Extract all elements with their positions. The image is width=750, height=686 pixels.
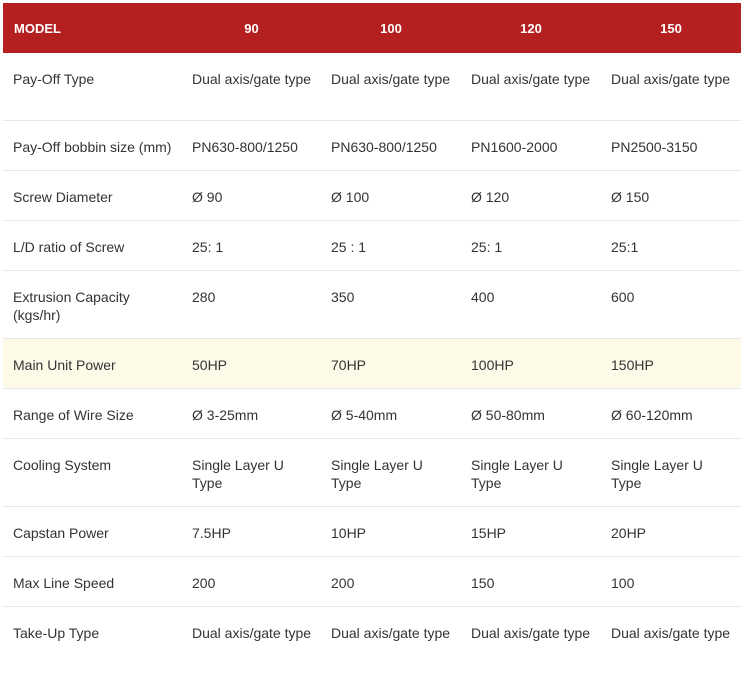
- table-row: Max Line Speed 200 200 150 100: [3, 556, 741, 607]
- cell: Single Layer U Type: [182, 438, 321, 507]
- cell: Dual axis/gate type: [611, 624, 731, 641]
- cell: PN1600-2000: [461, 120, 601, 171]
- row-label: Capstan Power: [3, 506, 182, 557]
- header-model-90: 90: [244, 20, 259, 36]
- cell: 200: [321, 556, 461, 607]
- row-label: Pay-Off Type: [3, 53, 182, 121]
- table-row: Extrusion Capacity (kgs/hr) 280 350 400 …: [3, 270, 741, 339]
- cell: PN630-800/1250: [182, 120, 321, 171]
- spec-table: MODEL 90 100 120 150 Pay-Off Type Dual a…: [3, 3, 741, 674]
- cell: Single Layer U Type: [321, 438, 461, 507]
- cell: 15HP: [461, 506, 601, 557]
- cell: Single Layer U Type: [601, 438, 741, 507]
- cell: 350: [321, 270, 461, 339]
- cell: Dual axis/gate type: [601, 53, 741, 121]
- cell: 25 : 1: [321, 220, 461, 271]
- cell: Ø 150: [601, 170, 741, 221]
- cell: 20HP: [601, 506, 741, 557]
- cell: Ø 50-80mm: [461, 388, 601, 439]
- table-row: Pay-Off Type Dual axis/gate type Dual ax…: [3, 53, 741, 121]
- row-label: Pay-Off bobbin size (mm): [3, 120, 182, 171]
- header-model-100: 100: [380, 20, 402, 36]
- cell: Dual axis/gate type: [471, 624, 591, 641]
- row-label: Screw Diameter: [3, 170, 182, 221]
- cell: Dual axis/gate type: [331, 624, 451, 641]
- table-header-row: MODEL 90 100 120 150: [3, 3, 741, 53]
- cell: Dual axis/gate type: [192, 624, 312, 641]
- cell: Dual axis/gate type: [182, 53, 321, 121]
- cell: Ø 120: [461, 170, 601, 221]
- table-row-highlighted: Main Unit Power 50HP 70HP 100HP 150HP: [3, 338, 741, 389]
- cell: 50HP: [182, 338, 321, 389]
- cell: 280: [182, 270, 321, 339]
- cell: PN630-800/1250: [321, 120, 461, 171]
- table-row: Cooling System Single Layer U Type Singl…: [3, 438, 741, 507]
- cell: PN2500-3150: [601, 120, 741, 171]
- cell: Ø 60-120mm: [601, 388, 741, 439]
- table-row: Range of Wire Size Ø 3-25mm Ø 5-40mm Ø 5…: [3, 388, 741, 439]
- spec-table-container: MODEL 90 100 120 150 Pay-Off Type Dual a…: [3, 3, 741, 674]
- row-label: Max Line Speed: [3, 556, 182, 607]
- cell: Ø 100: [321, 170, 461, 221]
- header-model: MODEL: [14, 20, 61, 36]
- cell: 10HP: [321, 506, 461, 557]
- cell: Ø 90: [182, 170, 321, 221]
- cell: 150: [461, 556, 601, 607]
- table-row: Pay-Off bobbin size (mm) PN630-800/1250 …: [3, 120, 741, 171]
- cell: 25:1: [601, 220, 741, 271]
- row-label: Cooling System: [3, 438, 182, 507]
- table-row: Screw Diameter Ø 90 Ø 100 Ø 120 Ø 150: [3, 170, 741, 221]
- cell: 100: [601, 556, 741, 607]
- table-row: Capstan Power 7.5HP 10HP 15HP 20HP: [3, 506, 741, 557]
- header-model-150: 150: [660, 20, 682, 36]
- cell: 25: 1: [182, 220, 321, 271]
- cell: 7.5HP: [182, 506, 321, 557]
- row-label: L/D ratio of Screw: [3, 220, 182, 271]
- table-row: Take-Up Type Dual axis/gate type Dual ax…: [3, 606, 741, 674]
- row-label: Extrusion Capacity (kgs/hr): [3, 270, 182, 339]
- row-label: Main Unit Power: [3, 338, 182, 389]
- cell: 200: [182, 556, 321, 607]
- table-row: L/D ratio of Screw 25: 1 25 : 1 25: 1 25…: [3, 220, 741, 271]
- cell: 70HP: [321, 338, 461, 389]
- cell: Dual axis/gate type: [321, 53, 461, 121]
- header-model-120: 120: [520, 20, 542, 36]
- cell: Ø 5-40mm: [321, 388, 461, 439]
- cell: 400: [461, 270, 601, 339]
- cell: Dual axis/gate type: [461, 53, 601, 121]
- cell: Single Layer U Type: [461, 438, 601, 507]
- cell: 600: [601, 270, 741, 339]
- cell: 100HP: [461, 338, 601, 389]
- row-label: Range of Wire Size: [3, 388, 182, 439]
- cell: Ø 3-25mm: [182, 388, 321, 439]
- cell: 25: 1: [461, 220, 601, 271]
- row-label: Take-Up Type: [13, 624, 100, 641]
- cell: 150HP: [601, 338, 741, 389]
